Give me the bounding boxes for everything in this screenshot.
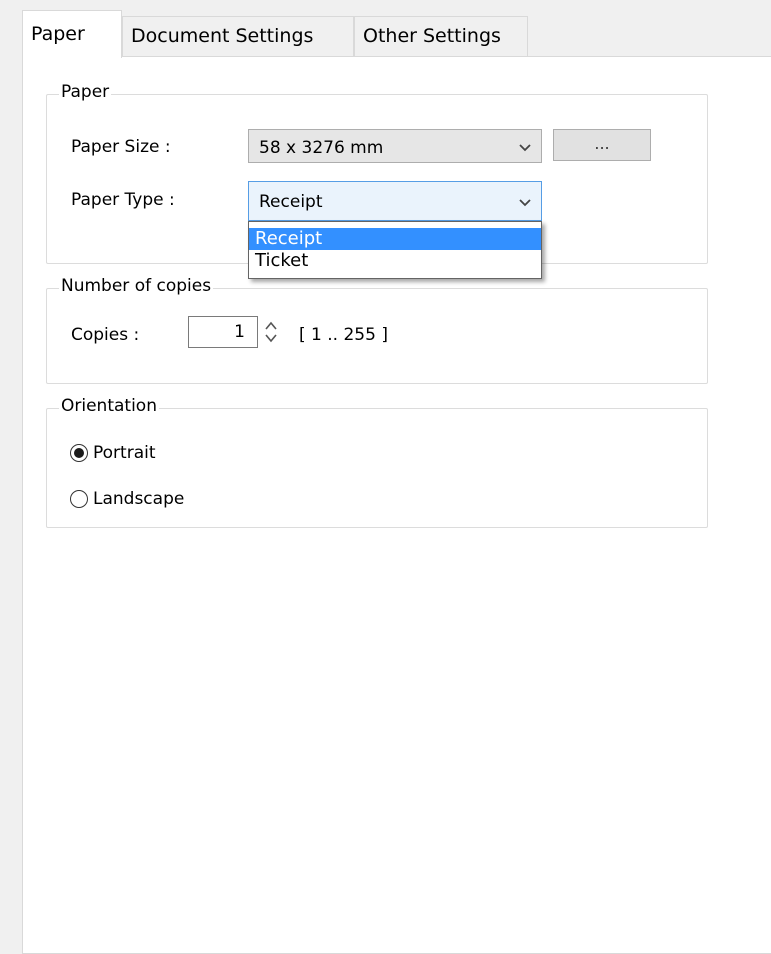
paper-type-value: Receipt [259, 192, 323, 212]
radio-landscape-label[interactable]: Landscape [93, 489, 184, 509]
paper-size-value: 58 x 3276 mm [259, 138, 384, 158]
tab-panel-paper: Paper Paper Size : 58 x 3276 mm ... Pape… [22, 56, 771, 954]
orientation-group: Orientation [46, 396, 708, 528]
paper-size-browse-button[interactable]: ... [553, 129, 651, 161]
chevron-down-icon [519, 199, 531, 207]
spinner-arrows-icon[interactable] [264, 320, 278, 344]
tab-other-settings[interactable]: Other Settings [354, 16, 528, 57]
copies-label: Copies : [71, 325, 140, 345]
radio-portrait-label[interactable]: Portrait [93, 443, 156, 463]
paper-group-legend: Paper [59, 82, 112, 102]
paper-size-select[interactable]: 58 x 3276 mm [248, 129, 542, 163]
copies-input[interactable]: 1 [188, 316, 258, 348]
tab-document-settings[interactable]: Document Settings [122, 16, 354, 57]
orientation-group-legend: Orientation [59, 396, 159, 416]
paper-type-dropdown: Receipt Ticket [248, 221, 542, 279]
paper-type-label: Paper Type : [71, 190, 175, 210]
dropdown-option-ticket[interactable]: Ticket [249, 250, 541, 272]
chevron-down-icon [519, 144, 531, 152]
paper-size-label: Paper Size : [71, 137, 171, 157]
dropdown-option-receipt[interactable]: Receipt [249, 228, 541, 250]
paper-type-select[interactable]: Receipt [248, 181, 542, 221]
copies-group-legend: Number of copies [59, 276, 214, 296]
tab-paper[interactable]: Paper [22, 10, 122, 58]
radio-checked-dot [74, 448, 84, 458]
radio-button-portrait[interactable] [70, 444, 88, 462]
copies-range-label: [ 1 .. 255 ] [299, 325, 388, 345]
radio-button-landscape[interactable] [70, 490, 88, 508]
